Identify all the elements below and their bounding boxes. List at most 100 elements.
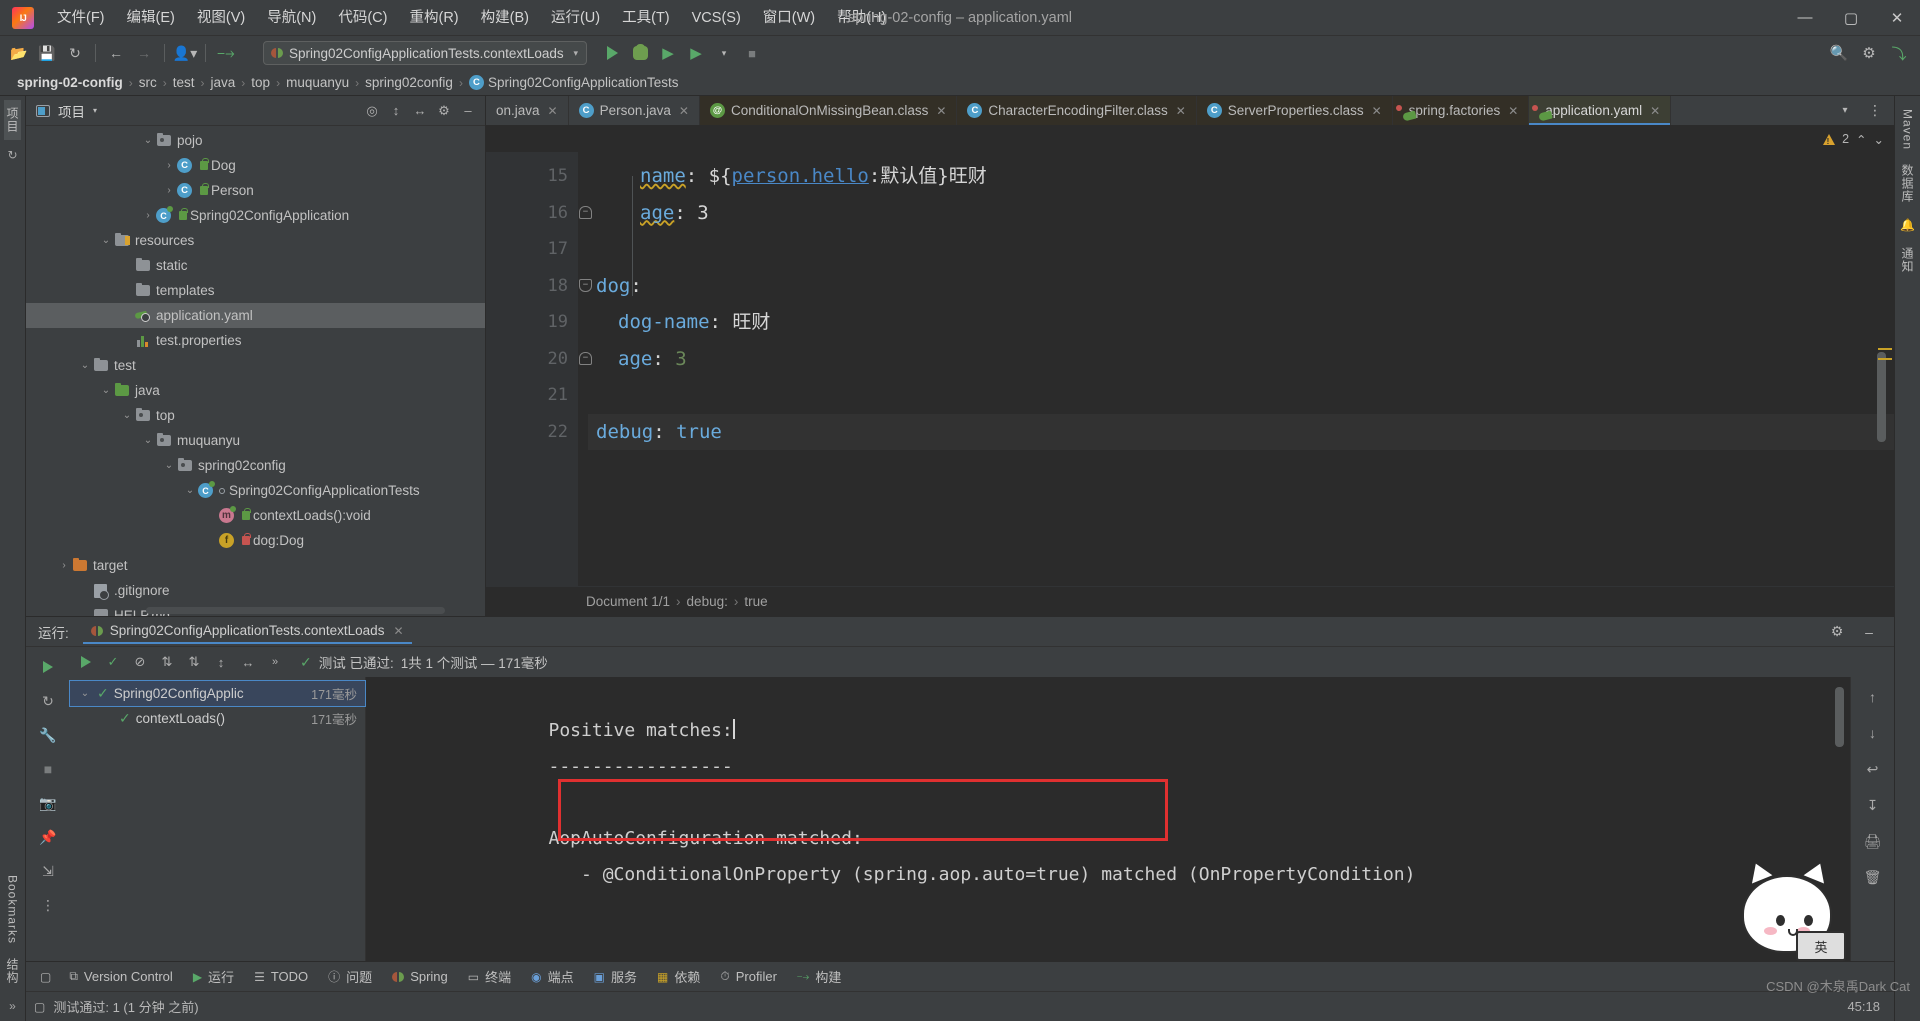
line-number[interactable]: 15 bbox=[486, 158, 578, 195]
editor-tab-on-java[interactable]: on.java✕ bbox=[486, 96, 569, 125]
stop-icon[interactable]: ■ bbox=[36, 757, 60, 781]
tree-node-test[interactable]: ⌄test bbox=[26, 353, 485, 378]
hide-icon[interactable]: – bbox=[457, 100, 479, 122]
tool-window-bookmarks[interactable]: Bookmarks bbox=[6, 868, 20, 951]
tool-window-database[interactable]: 数据库 bbox=[1899, 157, 1916, 210]
ignore-filter-icon[interactable]: ⊘ bbox=[128, 650, 152, 674]
menu-item-view[interactable]: 视图(V) bbox=[186, 4, 256, 32]
status-item-build[interactable]: ⤍ 构建 bbox=[787, 964, 852, 989]
menu-item-tools[interactable]: 工具(T) bbox=[611, 4, 681, 32]
stop-icon[interactable]: ■ bbox=[739, 40, 765, 66]
tree-node-static[interactable]: static bbox=[26, 253, 485, 278]
tool-window-maven[interactable]: Maven bbox=[1901, 102, 1915, 157]
rerun-failed-icon[interactable]: ↻ bbox=[36, 689, 60, 713]
tool-window-project[interactable]: 项目 bbox=[4, 100, 21, 140]
locate-icon[interactable]: ◎ bbox=[361, 100, 383, 122]
sort-alpha-icon[interactable]: ⇅ bbox=[182, 650, 206, 674]
test-result-row[interactable]: ✓contextLoads()171毫秒 bbox=[70, 706, 365, 731]
close-icon[interactable]: ✕ bbox=[679, 104, 689, 118]
rerun-icon[interactable] bbox=[36, 655, 60, 679]
line-number[interactable]: 16− bbox=[486, 195, 578, 232]
tree-node-application-yaml[interactable]: application.yaml bbox=[26, 303, 485, 328]
scroll-end-icon[interactable]: ↧ bbox=[1861, 793, 1885, 817]
menu-item-vcs[interactable]: VCS(S) bbox=[681, 4, 752, 32]
scroll-up-icon[interactable]: ↑ bbox=[1861, 685, 1885, 709]
chevron-down-icon[interactable]: ▾ bbox=[573, 48, 578, 59]
menu-item-navigate[interactable]: 导航(N) bbox=[256, 4, 327, 32]
close-icon[interactable]: ✕ bbox=[548, 104, 558, 118]
tree-horizontal-scrollbar[interactable] bbox=[146, 607, 445, 614]
breadcrumb-item-top[interactable]: top bbox=[246, 75, 275, 90]
code-line[interactable]: dog-name: 旺财 bbox=[588, 304, 1894, 341]
breadcrumb-item-java[interactable]: java bbox=[206, 75, 241, 90]
maximize-button[interactable]: ▢ bbox=[1828, 1, 1874, 35]
line-number[interactable]: 17 bbox=[486, 231, 578, 268]
debug-icon[interactable] bbox=[627, 40, 653, 66]
tree-node--gitignore[interactable]: .gitignore bbox=[26, 578, 485, 603]
tree-node-dog[interactable]: ›CDog bbox=[26, 153, 485, 178]
code-line[interactable]: dog: bbox=[588, 268, 1894, 305]
chevron-right-icon[interactable]: › bbox=[141, 210, 155, 221]
chevron-down-icon[interactable]: ⌄ bbox=[120, 410, 134, 421]
close-icon[interactable]: ✕ bbox=[1372, 104, 1382, 118]
chevron-down-icon[interactable]: ▾ bbox=[1832, 98, 1858, 124]
wrench-icon[interactable]: 🔧 bbox=[36, 723, 60, 747]
tree-node-top[interactable]: ⌄top bbox=[26, 403, 485, 428]
tree-node-spring02configapplication[interactable]: ›Spring02ConfigApplication bbox=[26, 203, 485, 228]
collapse-all-icon[interactable]: ↔ bbox=[236, 650, 260, 674]
more-icon[interactable]: ⋮ bbox=[36, 893, 60, 917]
open-folder-icon[interactable]: 📂 bbox=[6, 40, 32, 66]
build-hammer-icon[interactable]: ⤍ bbox=[213, 40, 239, 66]
close-icon[interactable]: ✕ bbox=[1176, 104, 1186, 118]
editor-tab-person-java[interactable]: CPerson.java✕ bbox=[569, 96, 700, 125]
profile-icon[interactable]: 👤▾ bbox=[172, 40, 198, 66]
chevron-down-icon[interactable]: ⌄ bbox=[99, 235, 113, 246]
menu-item-refactor[interactable]: 重构(R) bbox=[398, 4, 469, 32]
more-tool-windows-icon[interactable]: » bbox=[4, 997, 22, 1015]
tree-node-person[interactable]: ›CPerson bbox=[26, 178, 485, 203]
code-line[interactable]: age: 3 bbox=[588, 341, 1894, 378]
status-item-profiler[interactable]: ⏱ Profiler bbox=[710, 966, 787, 987]
editor-scrollbar[interactable] bbox=[1877, 352, 1886, 442]
more-chevron-icon[interactable]: » bbox=[263, 650, 287, 674]
editor-tab-characterencodingfilter-class[interactable]: CCharacterEncodingFilter.class✕ bbox=[957, 96, 1196, 125]
tree-node-dog-dog[interactable]: dog:Dog bbox=[26, 528, 485, 553]
status-item-version-control[interactable]: ⧉ Version Control bbox=[59, 966, 182, 987]
status-item-services[interactable]: ▣ 服务 bbox=[584, 964, 647, 989]
notifications-bell-icon[interactable]: 🔔 bbox=[1899, 216, 1917, 234]
tree-node-spring02configapplicationtests[interactable]: ⌄Spring02ConfigApplicationTests bbox=[26, 478, 485, 503]
run-icon[interactable] bbox=[74, 650, 98, 674]
tree-node-spring02config[interactable]: ⌄spring02config bbox=[26, 453, 485, 478]
editor-tab-spring-factories[interactable]: spring.factories✕ bbox=[1393, 96, 1530, 125]
tree-node-muquanyu[interactable]: ⌄muquanyu bbox=[26, 428, 485, 453]
tool-window-structure[interactable]: 结构 bbox=[4, 951, 21, 991]
breadcrumb-item-muquanyu[interactable]: muquanyu bbox=[281, 75, 354, 90]
run-configuration-selector[interactable]: Spring02ConfigApplicationTests.contextLo… bbox=[263, 41, 587, 65]
line-number[interactable]: 21 bbox=[486, 377, 578, 414]
updates-icon[interactable]: ⤵ bbox=[1886, 40, 1912, 66]
soft-wrap-icon[interactable]: ↩ bbox=[1861, 757, 1885, 781]
chevron-down-icon[interactable]: ⌄ bbox=[78, 688, 92, 699]
menu-item-window[interactable]: 窗口(W) bbox=[752, 4, 826, 32]
close-icon[interactable]: ✕ bbox=[936, 104, 946, 118]
print-icon[interactable]: 🖨 bbox=[1861, 829, 1885, 853]
tree-node-contextloads-void[interactable]: contextLoads():void bbox=[26, 503, 485, 528]
line-number[interactable]: 18− bbox=[486, 268, 578, 305]
breadcrumb-item-src[interactable]: src bbox=[134, 75, 162, 90]
code-content[interactable]: name: ${person.hello:默认值}旺财age: 3dog:dog… bbox=[578, 152, 1894, 586]
test-results-tree[interactable]: ⌄✓Spring02ConfigApplic171毫秒✓contextLoads… bbox=[70, 677, 366, 961]
save-icon[interactable]: 💾 bbox=[34, 40, 60, 66]
close-icon[interactable]: ✕ bbox=[393, 624, 403, 638]
settings-gear-icon[interactable]: ⚙ bbox=[1824, 619, 1850, 645]
chevron-down-icon[interactable]: ⌄ bbox=[78, 360, 92, 371]
camera-icon[interactable]: 📷 bbox=[36, 791, 60, 815]
test-result-row[interactable]: ⌄✓Spring02ConfigApplic171毫秒 bbox=[70, 681, 365, 706]
close-button[interactable]: ✕ bbox=[1874, 1, 1920, 35]
chevron-down-icon[interactable]: ⌄ bbox=[162, 460, 176, 471]
code-editor[interactable]: 1516−1718−1920−2122 name: ${person.hello… bbox=[486, 152, 1894, 586]
search-icon[interactable]: 🔍 bbox=[1826, 40, 1852, 66]
chevron-right-icon[interactable]: › bbox=[162, 160, 176, 171]
chevron-down-icon[interactable]: ⌄ bbox=[99, 385, 113, 396]
back-arrow-icon[interactable]: ← bbox=[103, 40, 129, 66]
editor-tab-application-yaml[interactable]: application.yaml✕ bbox=[1529, 96, 1671, 125]
